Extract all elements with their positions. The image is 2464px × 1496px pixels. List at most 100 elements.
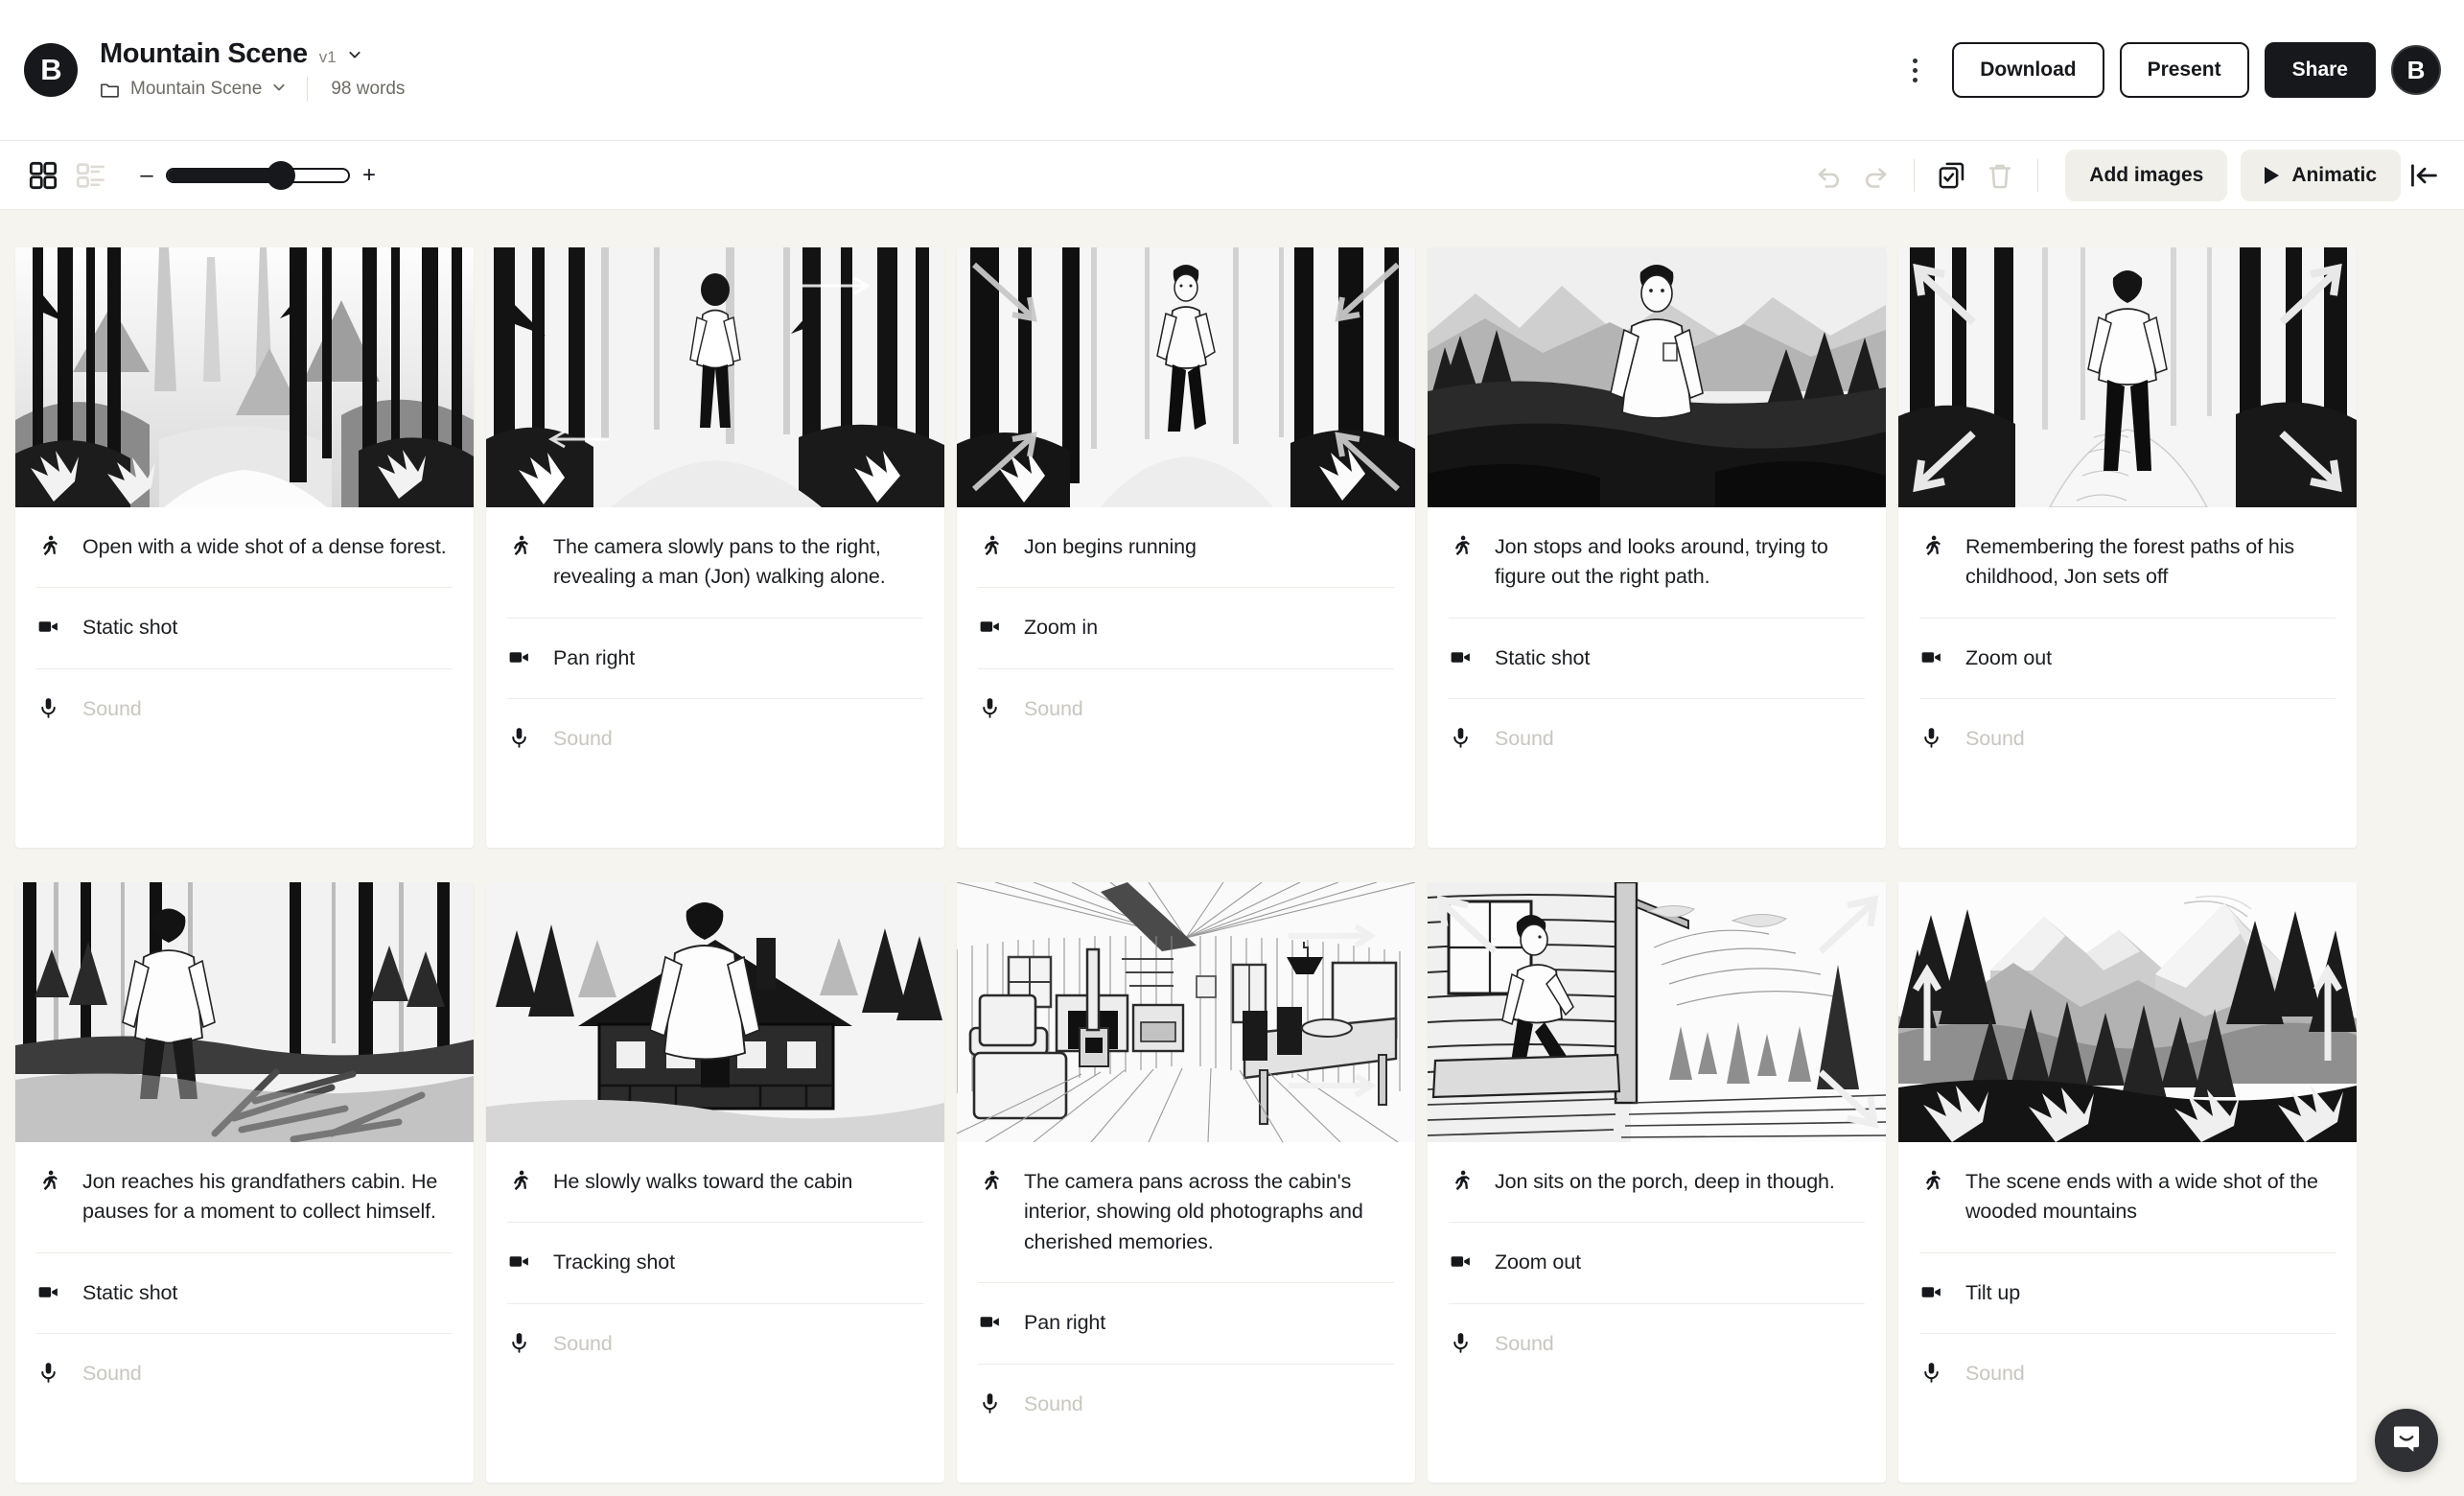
storyboard-frame[interactable]: Open with a wide shot of a dense forest.…: [15, 247, 474, 848]
frame-thumbnail-forest-wide-shot[interactable]: [15, 247, 474, 507]
microphone-icon: [1449, 1329, 1474, 1355]
chevron-down-icon[interactable]: [272, 81, 285, 92]
chevron-down-icon[interactable]: [348, 48, 360, 59]
frame-thumbnail-jon-running-zoom-in[interactable]: [957, 247, 1415, 507]
storyboard-frame[interactable]: Jon reaches his grandfathers cabin. He p…: [15, 882, 474, 1483]
storyboard-frame[interactable]: The scene ends with a wide shot of the w…: [1898, 882, 2357, 1483]
frame-sound-placeholder: Sound: [1024, 696, 1083, 720]
frame-thumbnail-jon-approaching-cabin-tracking[interactable]: [486, 882, 944, 1142]
microphone-icon: [507, 724, 532, 750]
trash-icon[interactable]: [1976, 152, 2024, 199]
storyboard-frame[interactable]: The camera pans across the cabin's inter…: [957, 882, 1415, 1483]
frame-action-field[interactable]: He slowly walks toward the cabin: [507, 1142, 923, 1222]
frame-shot-field[interactable]: Static shot: [36, 1251, 453, 1333]
frame-action-field[interactable]: Open with a wide shot of a dense forest.: [36, 507, 453, 587]
undo-icon[interactable]: [1804, 152, 1852, 199]
list-view-icon[interactable]: [67, 152, 115, 199]
present-button[interactable]: Present: [2119, 42, 2249, 98]
frame-thumbnail-man-walking-forest-pan-right[interactable]: [486, 247, 944, 507]
storyboard-frame[interactable]: He slowly walks toward the cabin Trackin…: [486, 882, 944, 1483]
zoom-out-button[interactable]: –: [136, 162, 157, 189]
frame-shot-text: Pan right: [1024, 1311, 1106, 1335]
frame-action-text: The camera pans across the cabin's inter…: [1024, 1170, 1363, 1253]
zoom-in-button[interactable]: +: [359, 162, 380, 189]
storyboard-frame[interactable]: Jon begins running Zoom in Sound: [957, 247, 1415, 848]
frame-sound-placeholder: Sound: [553, 1331, 613, 1355]
storyboard-frame[interactable]: The camera slowly pans to the right, rev…: [486, 247, 944, 848]
editor-toolbar: – + Add images Animatic: [0, 141, 2464, 210]
frame-sound-field[interactable]: Sound: [1919, 698, 2336, 779]
frame-sound-field[interactable]: Sound: [36, 1333, 453, 1414]
running-person-icon: [36, 532, 61, 558]
microphone-icon: [1919, 1359, 1944, 1385]
storyboard-frame[interactable]: Remembering the forest paths of his chil…: [1898, 247, 2357, 848]
microphone-icon: [978, 694, 1003, 720]
frame-fields: Jon stops and looks around, trying to fi…: [1428, 507, 1886, 780]
divider: [1914, 158, 1916, 192]
play-icon: [2265, 166, 2280, 184]
frame-shot-field[interactable]: Tracking shot: [507, 1222, 923, 1302]
frame-shot-field[interactable]: Pan right: [978, 1282, 1394, 1363]
frame-shot-text: Tracking shot: [553, 1251, 675, 1274]
frame-action-text: The scene ends with a wide shot of the w…: [1965, 1170, 2318, 1224]
frame-sound-field[interactable]: Sound: [1449, 1302, 1865, 1384]
frame-fields: The camera slowly pans to the right, rev…: [486, 507, 944, 780]
frame-sound-placeholder: Sound: [1965, 1362, 2025, 1386]
frame-thumbnail-jon-on-porch-zoom-out[interactable]: [1428, 882, 1886, 1142]
add-images-button[interactable]: Add images: [2065, 149, 2228, 201]
frame-shot-field[interactable]: Pan right: [507, 617, 923, 698]
storyboard-frame[interactable]: Jon stops and looks around, trying to fi…: [1428, 247, 1886, 848]
frame-thumbnail-wooded-mountains-tilt-up[interactable]: [1898, 882, 2357, 1142]
frame-action-field[interactable]: Jon sits on the porch, deep in though.: [1449, 1142, 1865, 1222]
frame-sound-field[interactable]: Sound: [36, 667, 453, 749]
zoom-slider-thumb[interactable]: [267, 160, 296, 190]
frame-shot-field[interactable]: Tilt up: [1919, 1251, 2336, 1333]
frame-action-field[interactable]: The camera slowly pans to the right, rev…: [507, 507, 923, 618]
frame-sound-field[interactable]: Sound: [507, 1302, 923, 1384]
redo-icon[interactable]: [1852, 152, 1900, 199]
select-all-icon[interactable]: [1928, 152, 1976, 199]
frame-thumbnail-jon-at-ruined-cabin[interactable]: [15, 882, 474, 1142]
frame-thumbnail-jon-stopped-looking-around[interactable]: [1428, 247, 1886, 507]
animatic-button[interactable]: Animatic: [2241, 149, 2401, 201]
frame-shot-field[interactable]: Zoom in: [978, 587, 1394, 667]
download-button[interactable]: Download: [1952, 42, 2104, 98]
frame-sound-field[interactable]: Sound: [1919, 1333, 2336, 1414]
running-person-icon: [1919, 1167, 1944, 1193]
page-title[interactable]: Mountain Scene: [100, 38, 308, 70]
frame-action-field[interactable]: Jon stops and looks around, trying to fi…: [1449, 507, 1865, 618]
frame-sound-field[interactable]: Sound: [978, 667, 1394, 749]
frame-shot-field[interactable]: Static shot: [36, 587, 453, 667]
zoom-slider[interactable]: [166, 160, 350, 190]
frame-shot-field[interactable]: Zoom out: [1919, 617, 2336, 698]
microphone-icon: [36, 1359, 61, 1385]
collapse-panel-icon[interactable]: [2401, 152, 2449, 199]
frame-thumbnail-cabin-interior-pan-right[interactable]: [957, 882, 1415, 1142]
divider: [307, 77, 309, 102]
grid-view-icon[interactable]: [19, 152, 67, 199]
avatar[interactable]: B: [2391, 45, 2441, 95]
frame-sound-field[interactable]: Sound: [978, 1363, 1394, 1444]
frame-shot-field[interactable]: Static shot: [1449, 617, 1865, 698]
frame-action-field[interactable]: Jon begins running: [978, 507, 1394, 587]
breadcrumb-folder-name[interactable]: Mountain Scene: [130, 79, 262, 100]
frame-action-field[interactable]: The camera pans across the cabin's inter…: [978, 1142, 1394, 1282]
video-camera-icon: [978, 1308, 1003, 1334]
chat-launcher-button[interactable]: [2375, 1409, 2438, 1472]
frame-action-text: Jon reaches his grandfathers cabin. He p…: [82, 1170, 438, 1224]
running-person-icon: [507, 1167, 532, 1193]
frame-action-field[interactable]: The scene ends with a wide shot of the w…: [1919, 1142, 2336, 1252]
video-camera-icon: [978, 613, 1003, 639]
frame-sound-field[interactable]: Sound: [1449, 698, 1865, 779]
video-camera-icon: [36, 1278, 61, 1304]
more-vertical-icon[interactable]: [1894, 49, 1936, 91]
frame-sound-field[interactable]: Sound: [507, 698, 923, 779]
frame-action-field[interactable]: Jon reaches his grandfathers cabin. He p…: [36, 1142, 453, 1252]
divider: [2037, 158, 2039, 192]
frame-thumbnail-jon-walking-away-zoom-out[interactable]: [1898, 247, 2357, 507]
frame-shot-field[interactable]: Zoom out: [1449, 1222, 1865, 1302]
frame-action-field[interactable]: Remembering the forest paths of his chil…: [1919, 507, 2336, 618]
storyboard-frame[interactable]: Jon sits on the porch, deep in though. Z…: [1428, 882, 1886, 1483]
app-logo[interactable]: B: [24, 43, 78, 97]
share-button[interactable]: Share: [2264, 42, 2376, 98]
